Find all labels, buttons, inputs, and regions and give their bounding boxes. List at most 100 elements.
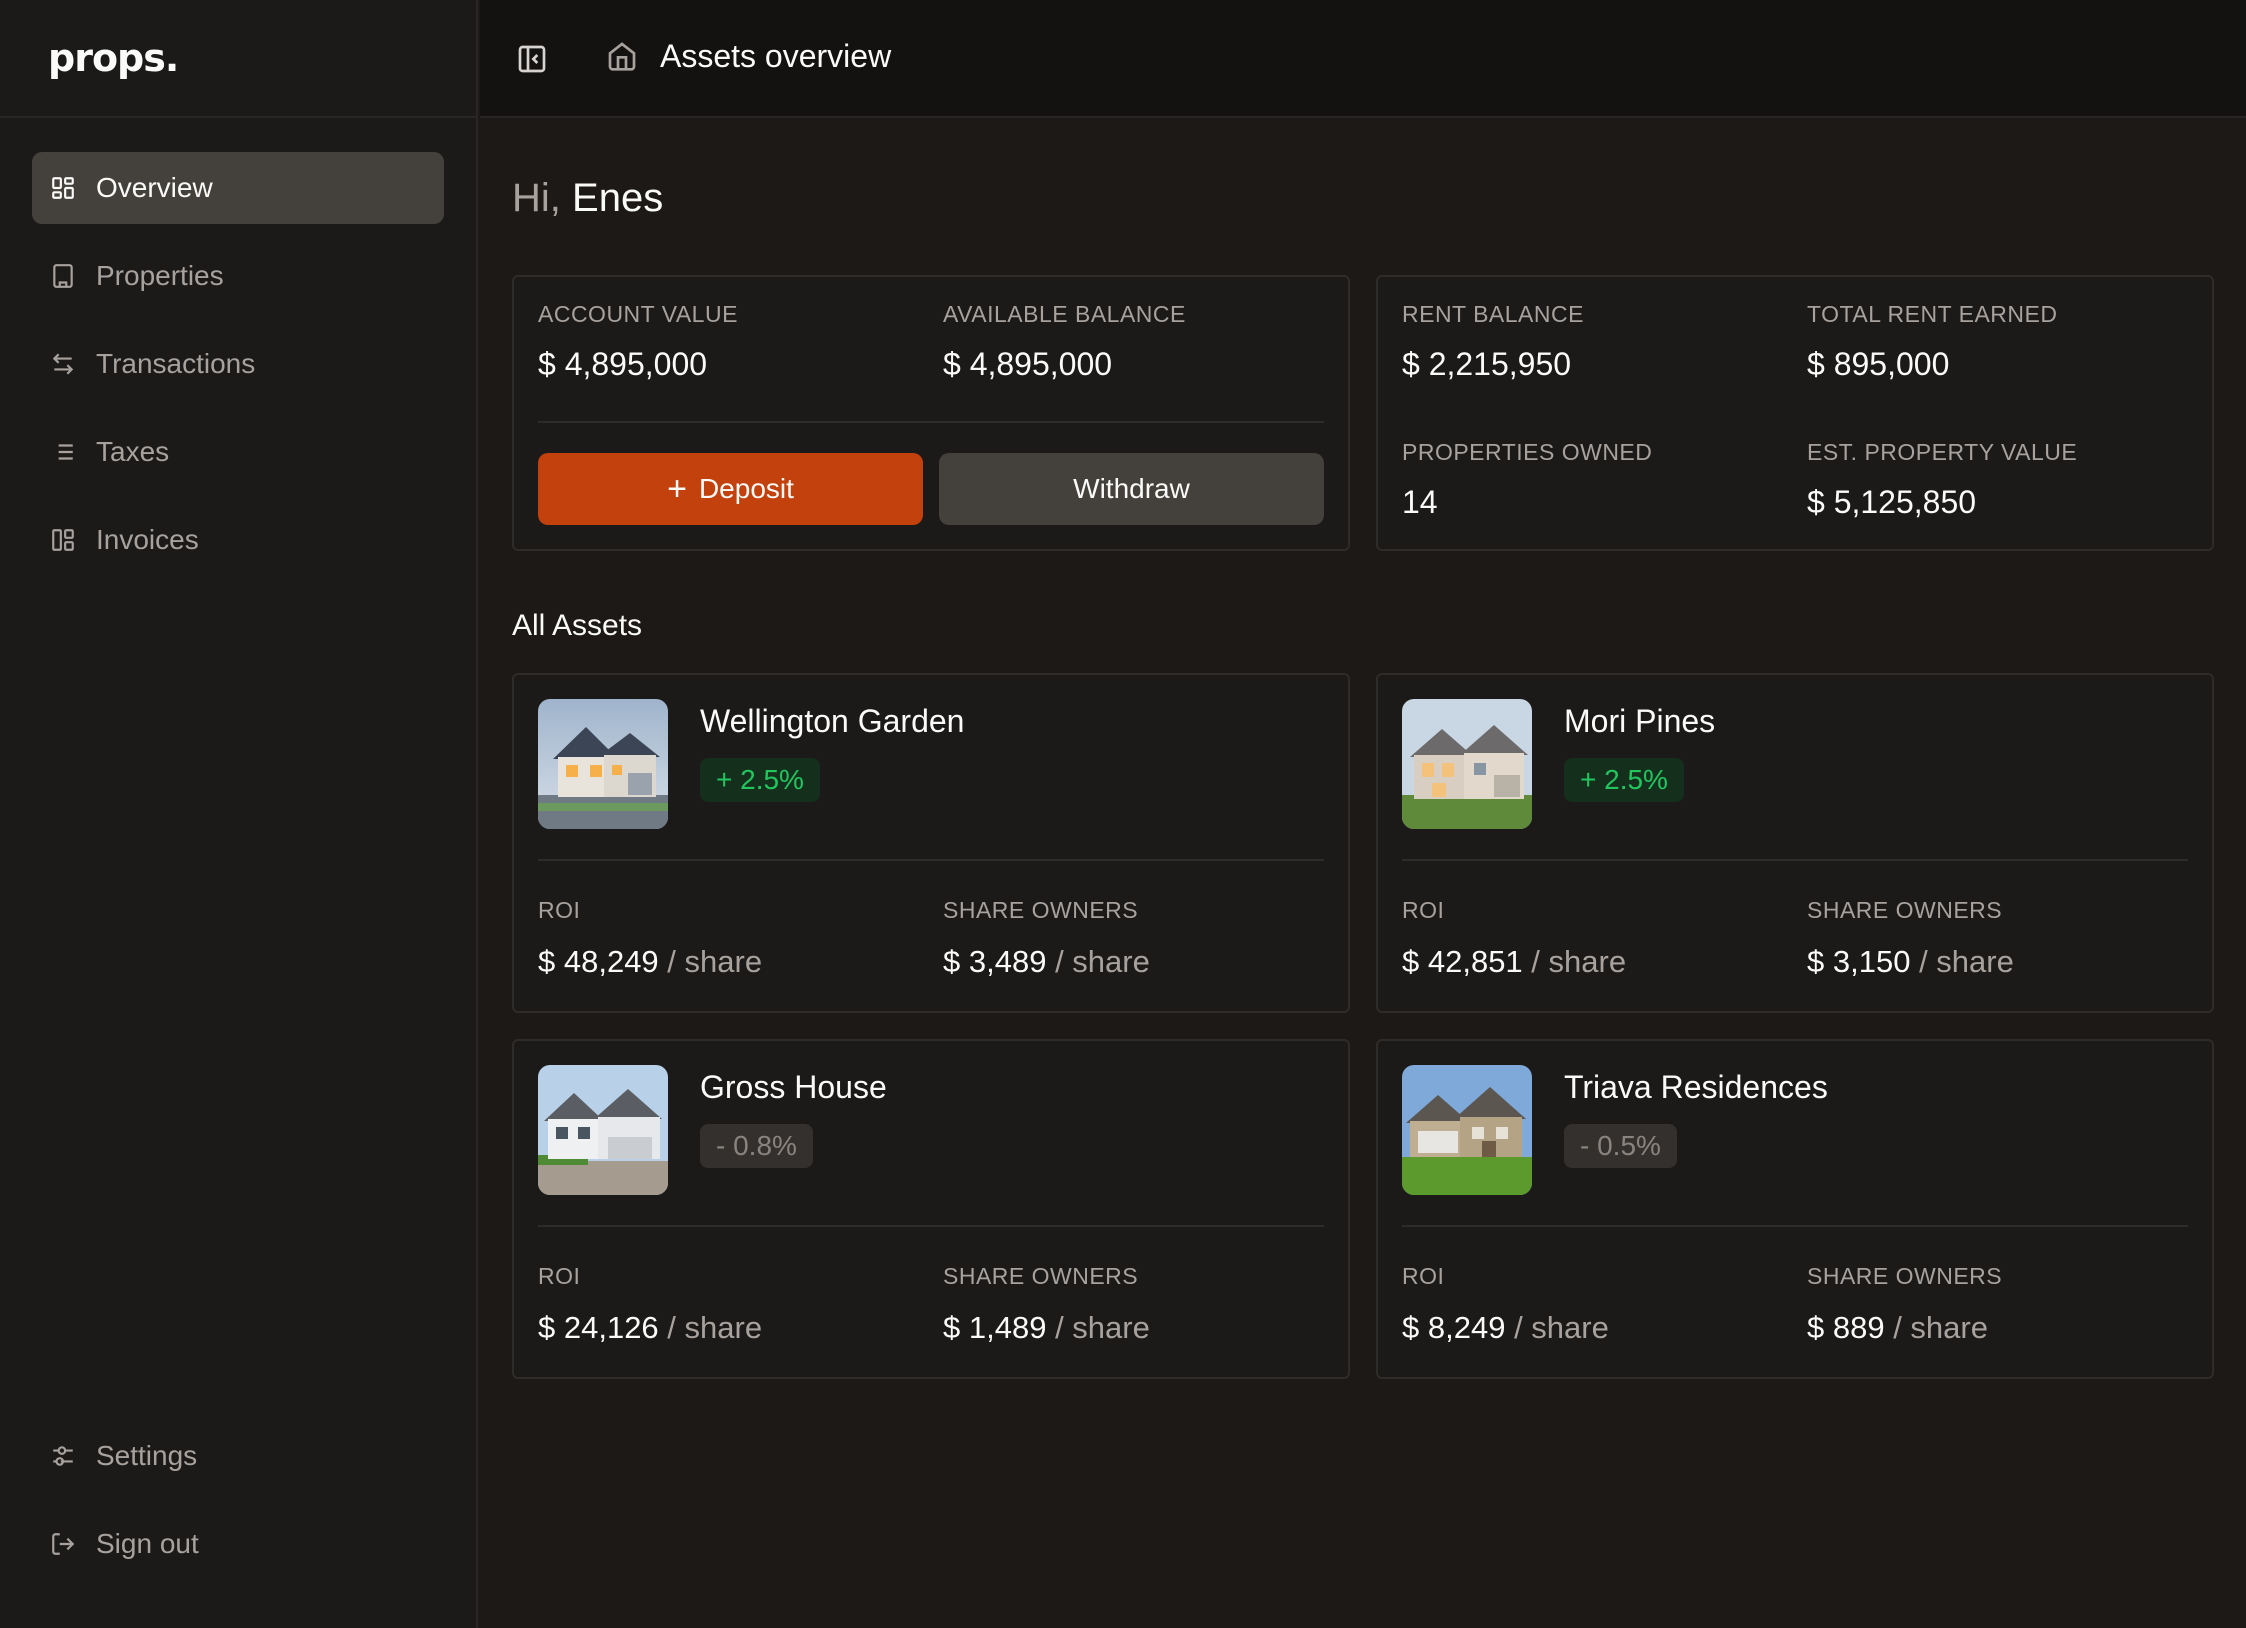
share-owners-label: SHARE OWNERS bbox=[1807, 897, 2003, 923]
sidebar-item-label: Sign out bbox=[96, 1528, 199, 1559]
unit: / share bbox=[1055, 1310, 1150, 1345]
available-balance: $ 4,895,000 bbox=[943, 346, 1113, 382]
stat-label: EST. PROPERTY VALUE bbox=[1807, 439, 2078, 465]
change-badge: - 0.5% bbox=[1564, 1124, 1677, 1168]
divider bbox=[1402, 859, 2188, 861]
sidebar-item-label: Overview bbox=[96, 172, 213, 203]
roi-amount: $ 24,126 bbox=[538, 1310, 659, 1345]
stat-label: PROPERTIES OWNED bbox=[1402, 439, 1653, 465]
unit: / share bbox=[1531, 944, 1627, 979]
main-content: Hi, Enes ACCOUNT VALUE $ 4,895,000 AVAIL… bbox=[512, 118, 2214, 1379]
share-owners-value: $ 889 / share bbox=[1807, 1310, 2188, 1346]
brand-logo[interactable]: props. bbox=[48, 36, 179, 80]
roi-amount: $ 48,249 bbox=[538, 944, 659, 979]
change-badge: + 2.5% bbox=[1564, 758, 1684, 802]
sliders-icon bbox=[50, 1443, 76, 1469]
asset-card[interactable]: Triava Residences - 0.5% ROI $ 8,249 / s… bbox=[1376, 1039, 2214, 1379]
unit: / share bbox=[1893, 1310, 1988, 1345]
sidebar-bottom: Settings Sign out bbox=[32, 1420, 444, 1596]
plus-icon: + bbox=[667, 470, 687, 508]
list-icon bbox=[50, 439, 76, 465]
property-image bbox=[1402, 1065, 1532, 1195]
roi-value: $ 48,249 / share bbox=[538, 944, 919, 980]
sidebar-item-taxes[interactable]: Taxes bbox=[32, 416, 444, 488]
assets-grid: Wellington Garden + 2.5% ROI $ 48,249 / … bbox=[512, 673, 2214, 1379]
total-rent-stat: TOTAL RENT EARNED $ 895,000 bbox=[1807, 301, 2188, 383]
sidebar-item-transactions[interactable]: Transactions bbox=[32, 328, 444, 400]
total-rent: $ 895,000 bbox=[1807, 346, 1950, 382]
account-value-stat: ACCOUNT VALUE $ 4,895,000 bbox=[538, 301, 919, 383]
sidebar: props. Overview Properties Transactions … bbox=[0, 0, 478, 1628]
unit: / share bbox=[667, 1310, 763, 1345]
share-owners-label: SHARE OWNERS bbox=[1807, 1263, 2003, 1289]
sidebar-item-sign-out[interactable]: Sign out bbox=[32, 1508, 444, 1580]
invoice-icon bbox=[50, 527, 76, 553]
divider bbox=[1402, 1225, 2188, 1227]
sidebar-toggle-icon[interactable] bbox=[512, 39, 552, 79]
roi-amount: $ 42,851 bbox=[1402, 944, 1523, 979]
asset-name: Mori Pines bbox=[1564, 703, 1716, 739]
sidebar-item-label: Transactions bbox=[96, 348, 256, 379]
asset-name: Triava Residences bbox=[1564, 1069, 1828, 1105]
unit: / share bbox=[667, 944, 763, 979]
rent-balance: $ 2,215,950 bbox=[1402, 346, 1572, 382]
asset-card[interactable]: Mori Pines + 2.5% ROI $ 42,851 / share S… bbox=[1376, 673, 2214, 1013]
unit: / share bbox=[1919, 944, 2014, 979]
share-owners-label: SHARE OWNERS bbox=[943, 897, 1139, 923]
rent-balance-stat: RENT BALANCE $ 2,215,950 bbox=[1402, 301, 1783, 383]
roi-value: $ 24,126 / share bbox=[538, 1310, 919, 1346]
sidebar-item-overview[interactable]: Overview bbox=[32, 152, 444, 224]
roi-label: ROI bbox=[1402, 897, 1445, 923]
unit: / share bbox=[1055, 944, 1150, 979]
brand: props. bbox=[0, 0, 476, 118]
sidebar-item-label: Properties bbox=[96, 260, 224, 291]
grid-icon bbox=[50, 175, 76, 201]
deposit-label: Deposit bbox=[698, 473, 794, 504]
account-card: ACCOUNT VALUE $ 4,895,000 AVAILABLE BALA… bbox=[512, 275, 1350, 551]
withdraw-button[interactable]: Withdraw bbox=[939, 453, 1324, 525]
sidebar-item-settings[interactable]: Settings bbox=[32, 1420, 444, 1492]
page-title: Assets overview bbox=[660, 38, 892, 74]
properties-owned: 14 bbox=[1402, 484, 1438, 520]
roi-amount: $ 8,249 bbox=[1402, 1310, 1506, 1345]
asset-name: Gross House bbox=[700, 1069, 887, 1105]
sign-out-icon bbox=[50, 1531, 76, 1557]
roi-value: $ 42,851 / share bbox=[1402, 944, 1783, 980]
divider bbox=[538, 859, 1324, 861]
asset-card[interactable]: Wellington Garden + 2.5% ROI $ 48,249 / … bbox=[512, 673, 1350, 1013]
sidebar-item-label: Invoices bbox=[96, 524, 199, 555]
account-actions: + Deposit Withdraw bbox=[538, 453, 1324, 525]
greeting: Hi, Enes bbox=[512, 176, 2214, 221]
property-image bbox=[1402, 699, 1532, 829]
stat-label: ACCOUNT VALUE bbox=[538, 301, 738, 327]
share-owners-label: SHARE OWNERS bbox=[943, 1263, 1139, 1289]
deposit-button[interactable]: + Deposit bbox=[538, 453, 923, 525]
section-title: All Assets bbox=[512, 609, 643, 642]
owners-amount: $ 889 bbox=[1807, 1310, 1885, 1345]
owners-amount: $ 3,150 bbox=[1807, 944, 1911, 979]
share-owners-value: $ 3,489 / share bbox=[943, 944, 1324, 980]
stat-label: TOTAL RENT EARNED bbox=[1807, 301, 2058, 327]
sidebar-item-label: Taxes bbox=[96, 436, 170, 467]
account-value: $ 4,895,000 bbox=[538, 346, 708, 382]
est-value-stat: EST. PROPERTY VALUE $ 5,125,850 bbox=[1807, 439, 2188, 521]
property-image bbox=[538, 1065, 668, 1195]
sidebar-item-properties[interactable]: Properties bbox=[32, 240, 444, 312]
roi-value: $ 8,249 / share bbox=[1402, 1310, 1783, 1346]
divider bbox=[538, 1225, 1324, 1227]
arrows-icon bbox=[50, 351, 76, 377]
rent-card: RENT BALANCE $ 2,215,950 TOTAL RENT EARN… bbox=[1376, 275, 2214, 551]
sidebar-item-invoices[interactable]: Invoices bbox=[32, 504, 444, 576]
owners-amount: $ 3,489 bbox=[943, 944, 1047, 979]
asset-name: Wellington Garden bbox=[700, 703, 965, 739]
summary-row: ACCOUNT VALUE $ 4,895,000 AVAILABLE BALA… bbox=[512, 275, 2214, 551]
change-badge: + 2.5% bbox=[700, 758, 820, 802]
available-balance-stat: AVAILABLE BALANCE $ 4,895,000 bbox=[943, 301, 1324, 383]
stat-label: RENT BALANCE bbox=[1402, 301, 1584, 327]
greeting-hi: Hi, bbox=[512, 176, 561, 220]
divider bbox=[538, 421, 1324, 423]
asset-card[interactable]: Gross House - 0.8% ROI $ 24,126 / share … bbox=[512, 1039, 1350, 1379]
greeting-name: Enes bbox=[572, 176, 664, 220]
roi-label: ROI bbox=[538, 897, 581, 923]
unit: / share bbox=[1514, 1310, 1609, 1345]
